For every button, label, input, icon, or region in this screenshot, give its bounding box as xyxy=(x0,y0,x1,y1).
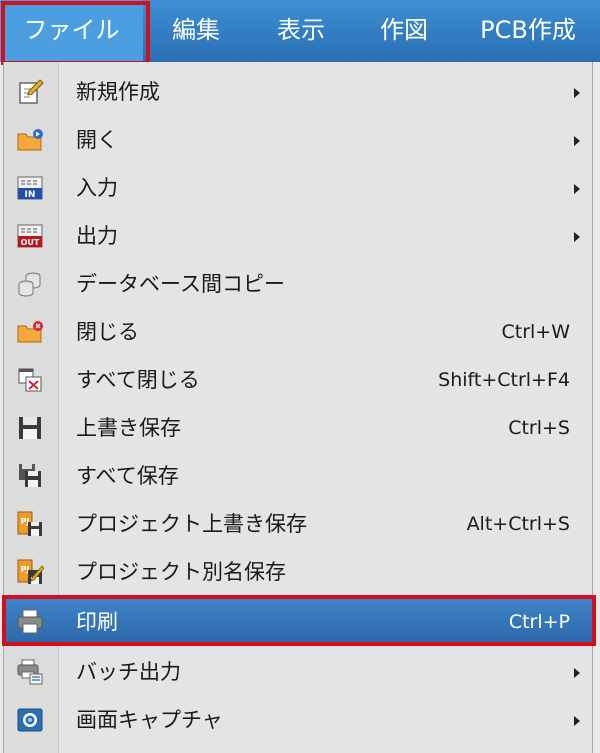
menu-item-label: 閉じる xyxy=(76,320,139,344)
new-icon xyxy=(19,79,44,104)
menu-item-import[interactable]: IN 入力 xyxy=(4,164,592,212)
menu-pcb[interactable]: PCB作成 xyxy=(462,0,594,62)
menu-item-shortcut: Shift+Ctrl+F4 xyxy=(438,369,570,391)
menu-item-close-all[interactable]: すべて閉じる Shift+Ctrl+F4 xyxy=(4,356,592,404)
file-menu-dropdown: 新規作成 開く IN 入力 OUT 出力 データベース間コピー 閉じる Ctrl… xyxy=(3,62,593,753)
menu-item-shortcut: Ctrl+P xyxy=(508,611,570,633)
menu-item-label: プロジェクト別名保存 xyxy=(76,560,286,584)
export-icon: OUT xyxy=(17,224,43,248)
menu-item-label: 印刷 xyxy=(76,610,118,634)
submenu-arrow-icon xyxy=(574,88,580,98)
menu-item-open[interactable]: 開く xyxy=(4,116,592,164)
menu-item-print[interactable]: 印刷 Ctrl+P xyxy=(4,598,592,646)
menu-item-label: 新規作成 xyxy=(76,80,160,104)
submenu-arrow-icon xyxy=(574,668,580,678)
menu-item-label: データベース間コピー xyxy=(76,272,285,296)
menu-item-screen-capture[interactable]: 画面キャプチャ xyxy=(4,696,592,744)
menu-item-shortcut: Ctrl+S xyxy=(508,417,570,439)
menu-item-label: 上書き保存 xyxy=(76,416,181,440)
submenu-arrow-icon xyxy=(574,232,580,242)
menu-item-label: 出力 xyxy=(76,224,118,248)
project-save-as-icon: PJ xyxy=(17,559,44,584)
submenu-arrow-icon xyxy=(574,184,580,194)
menu-edit[interactable]: 編集 xyxy=(150,0,242,62)
menu-item-save[interactable]: 上書き保存 Ctrl+S xyxy=(4,404,592,452)
save-icon xyxy=(19,417,41,439)
menu-file[interactable]: ファイル xyxy=(0,0,143,62)
menu-item-shortcut: Ctrl+W xyxy=(501,321,570,343)
menu-item-label: 画面キャプチャ xyxy=(76,708,223,732)
svg-text:OUT: OUT xyxy=(21,238,40,247)
project-save-icon: PJ xyxy=(17,511,42,536)
submenu-arrow-icon xyxy=(574,716,580,726)
menu-item-label: プロジェクト上書き保存 xyxy=(76,512,307,536)
menu-item-shortcut: Alt+Ctrl+S xyxy=(466,513,570,535)
open-folder-icon xyxy=(17,129,43,151)
menu-item-batch-output[interactable]: バッチ出力 xyxy=(4,648,592,696)
import-icon: IN xyxy=(17,176,43,200)
database-copy-icon xyxy=(18,272,41,297)
menu-item-project-save[interactable]: PJ プロジェクト上書き保存 Alt+Ctrl+S xyxy=(4,500,592,548)
menu-item-database-copy[interactable]: データベース間コピー xyxy=(4,260,592,308)
menu-item-label: すべて閉じる xyxy=(76,368,200,392)
camera-icon xyxy=(17,708,43,732)
menu-item-close[interactable]: 閉じる Ctrl+W xyxy=(4,308,592,356)
menu-item-export[interactable]: OUT 出力 xyxy=(4,212,592,260)
menu-item-project-save-as[interactable]: PJ プロジェクト別名保存 xyxy=(4,548,592,596)
menu-item-save-all[interactable]: すべて保存 xyxy=(4,452,592,500)
menubar: ファイル 編集 表示 作図 PCB作成 xyxy=(0,0,600,65)
menu-item-new[interactable]: 新規作成 xyxy=(4,68,592,116)
menu-item-label: 開く xyxy=(76,128,118,152)
submenu-arrow-icon xyxy=(574,136,580,146)
close-all-icon xyxy=(18,368,42,392)
svg-text:IN: IN xyxy=(25,190,36,200)
save-all-icon xyxy=(19,464,41,487)
batch-output-icon xyxy=(17,659,43,685)
close-folder-icon xyxy=(17,321,43,343)
printer-icon xyxy=(17,609,43,634)
menu-view[interactable]: 表示 xyxy=(255,0,347,62)
menu-item-label: バッチ出力 xyxy=(76,660,181,684)
menu-draw[interactable]: 作図 xyxy=(358,0,450,62)
menu-item-label: 入力 xyxy=(76,176,118,200)
menu-item-label: すべて保存 xyxy=(76,464,179,488)
